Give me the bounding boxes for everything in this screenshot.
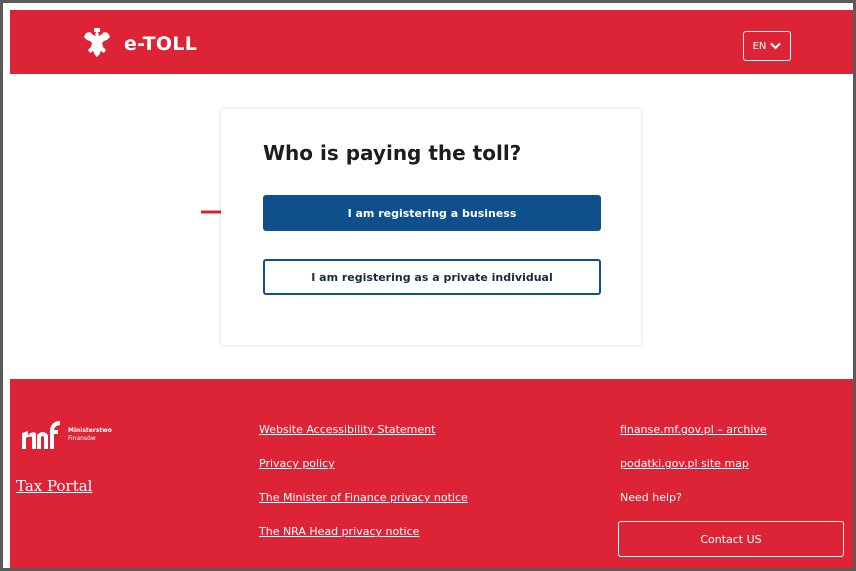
payer-selection-card: Who is paying the toll? I am registering…	[221, 109, 641, 345]
language-label: EN	[752, 40, 767, 52]
nra-head-privacy-notice-link[interactable]: The NRA Head privacy notice	[259, 525, 468, 559]
card-title: Who is paying the toll?	[263, 141, 522, 165]
accessibility-statement-link[interactable]: Website Accessibility Statement	[259, 423, 468, 457]
privacy-policy-link[interactable]: Privacy policy	[259, 457, 468, 491]
ministry-line1: Ministerstwo	[68, 427, 112, 434]
mf-logo-icon	[22, 421, 60, 449]
tax-portal-link[interactable]: Tax Portal	[16, 477, 92, 495]
ministry-text: Ministerstwo Finansów	[68, 427, 112, 443]
brand-name: e-TOLL	[124, 33, 198, 55]
footer-links-middle: Website Accessibility Statement Privacy …	[259, 423, 468, 559]
register-business-button[interactable]: I am registering a business	[263, 195, 601, 231]
footer-links-right: finanse.mf.gov.pl – archive podatki.gov.…	[620, 423, 767, 491]
browser-frame: e-TOLL EN Who is paying the toll? I am r…	[0, 0, 856, 571]
etoll-logo[interactable]: e-TOLL	[82, 28, 197, 60]
register-private-button[interactable]: I am registering as a private individual	[263, 259, 601, 295]
finanse-archive-link[interactable]: finanse.mf.gov.pl – archive	[620, 423, 767, 457]
podatki-site-map-link[interactable]: podatki.gov.pl site map	[620, 457, 767, 491]
ministry-logo[interactable]: Ministerstwo Finansów	[20, 419, 112, 451]
chevron-down-icon	[770, 42, 782, 50]
ministry-line2: Finansów	[68, 435, 96, 442]
contact-us-button[interactable]: Contact US	[618, 521, 844, 557]
language-select[interactable]: EN	[743, 31, 791, 61]
minister-privacy-notice-link[interactable]: The Minister of Finance privacy notice	[259, 491, 468, 525]
eagle-icon	[84, 28, 110, 57]
header-bar: e-TOLL EN	[10, 10, 853, 74]
footer: Ministerstwo Finansów Tax Portal Website…	[10, 379, 853, 568]
need-help-label: Need help?	[620, 491, 682, 504]
